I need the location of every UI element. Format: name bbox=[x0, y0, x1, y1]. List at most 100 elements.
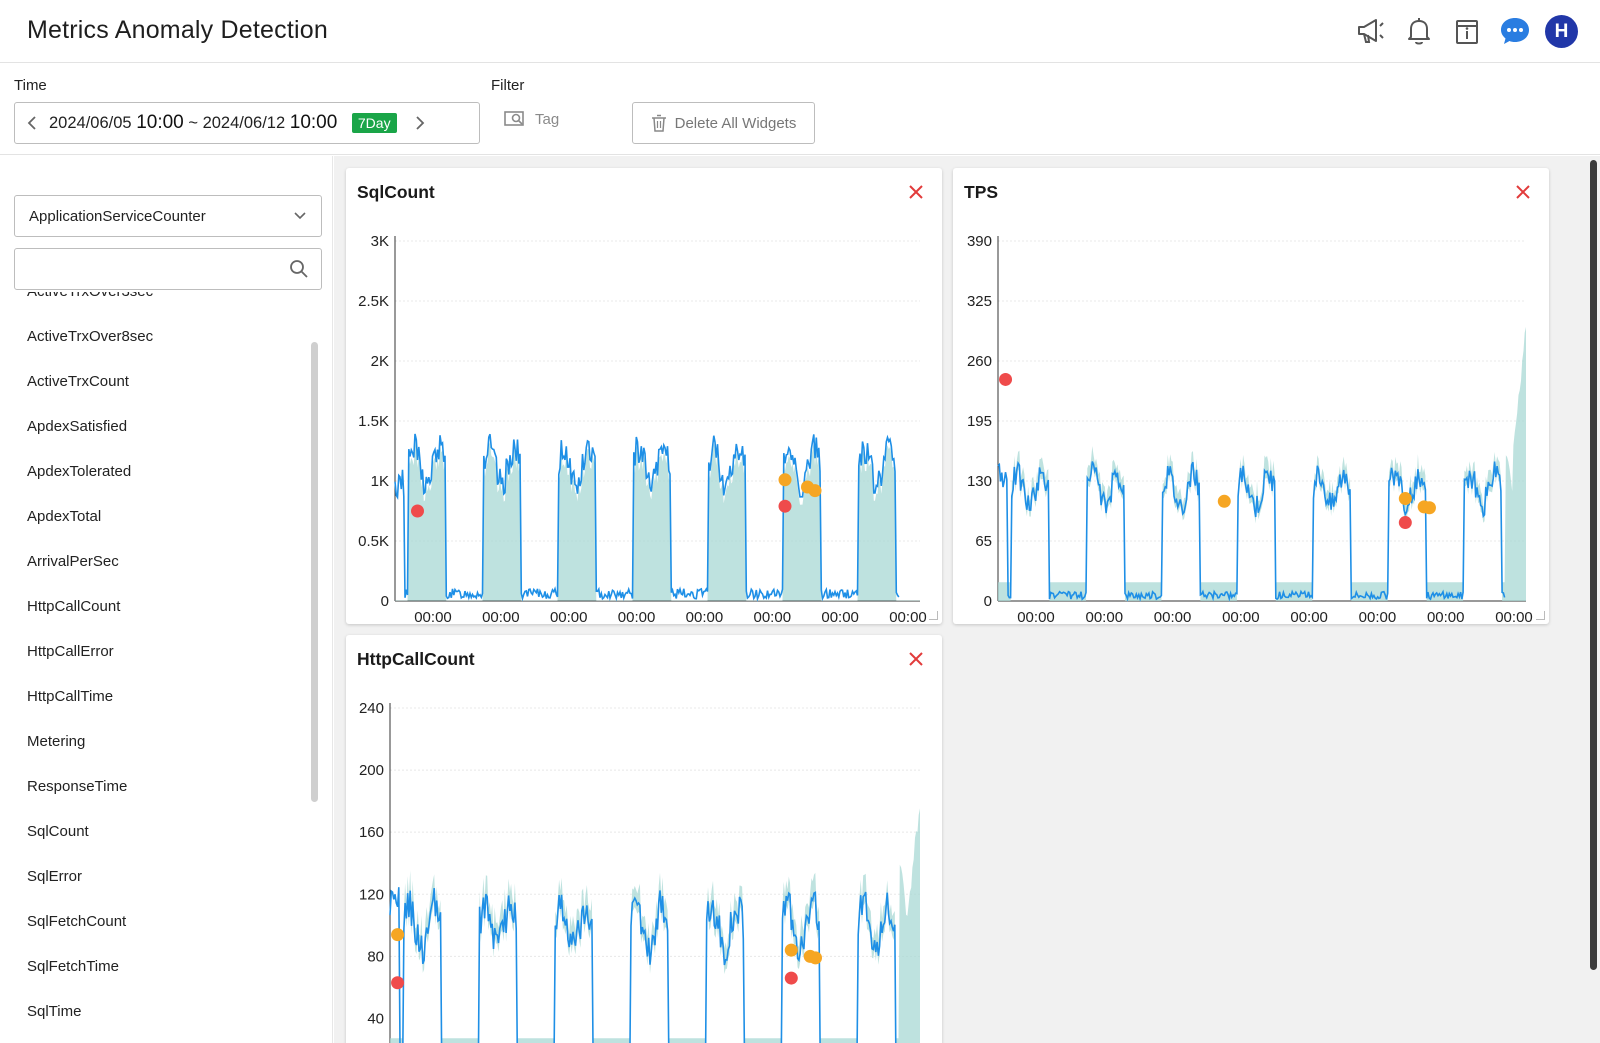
y-tick-label: 260 bbox=[967, 353, 992, 370]
chart-httpcallcount: 40 80 120 160 200 240 bbox=[359, 700, 920, 1043]
metric-item[interactable]: SqlCount bbox=[0, 809, 310, 854]
x-tick-label: 00:00 bbox=[482, 609, 520, 624]
chat-bubble-icon[interactable] bbox=[1498, 14, 1532, 48]
metric-item[interactable]: ResponseTime bbox=[0, 764, 310, 809]
metric-sidebar: ApplicationServiceCounter ActiveTrxOver3… bbox=[0, 156, 333, 1043]
metric-item[interactable]: HttpCallTime bbox=[0, 674, 310, 719]
metric-item[interactable]: HttpCallCount bbox=[0, 584, 310, 629]
resize-handle[interactable] bbox=[1536, 611, 1545, 620]
search-icon[interactable] bbox=[289, 259, 309, 279]
metric-item[interactable]: ActiveTrxCount bbox=[0, 359, 310, 404]
filter-label: Filter bbox=[491, 77, 525, 94]
x-tick-label: 00:00 bbox=[550, 609, 588, 624]
x-tick-label: 00:00 bbox=[686, 609, 724, 624]
metric-item[interactable]: ApdexSatisfied bbox=[0, 404, 310, 449]
x-tick-label: 00:00 bbox=[889, 609, 927, 624]
anomaly-warning-point bbox=[1398, 492, 1412, 506]
metric-item[interactable]: SqlFetchCount bbox=[0, 899, 310, 944]
x-tick-label: 00:00 bbox=[1495, 609, 1533, 624]
selected-group: ApplicationServiceCounter bbox=[29, 207, 206, 225]
metric-list-scrollbar[interactable] bbox=[311, 342, 318, 802]
expected-range-band bbox=[390, 808, 920, 1043]
expected-range-band bbox=[998, 326, 1526, 601]
time-range-text[interactable]: 2024/06/05 10:00 ~ 2024/06/12 10:00 7Day bbox=[49, 112, 403, 134]
page-title: Metrics Anomaly Detection bbox=[27, 16, 328, 44]
metric-item[interactable]: ApdexTolerated bbox=[0, 449, 310, 494]
close-icon[interactable] bbox=[906, 649, 926, 669]
chart-sqlcount: 0 0.5K 1K 1.5K 2K 2.5K 3K 00:00 00:00 00:00 00:00 0… bbox=[358, 233, 927, 624]
y-tick-label: 0.5K bbox=[358, 533, 389, 550]
y-tick-label: 240 bbox=[359, 700, 384, 717]
start-time: 10:00 bbox=[136, 112, 184, 133]
avatar[interactable]: H bbox=[1545, 15, 1578, 48]
x-tick-label: 00:00 bbox=[1154, 609, 1192, 624]
y-tick-label: 3K bbox=[371, 233, 389, 250]
x-tick-label: 00:00 bbox=[1290, 609, 1328, 624]
y-tick-label: 0 bbox=[381, 593, 389, 610]
range-separator: ~ bbox=[188, 114, 198, 132]
metric-search-input[interactable] bbox=[25, 249, 285, 287]
anomaly-warning-point bbox=[1422, 501, 1436, 515]
delete-all-widgets-button[interactable]: Delete All Widgets bbox=[632, 102, 815, 144]
widget-tps[interactable]: 0 65 130 195 260 325 390 00:00 00:00 00:00 00:00 00… bbox=[953, 168, 1549, 624]
start-date: 2024/06/05 bbox=[49, 114, 132, 132]
end-time: 10:00 bbox=[289, 112, 338, 133]
y-tick-label: 130 bbox=[967, 473, 992, 490]
x-tick-label: 00:00 bbox=[1086, 609, 1124, 624]
metric-item[interactable]: ActiveTrxOver3sec bbox=[0, 292, 310, 314]
widget-canvas: 0 0.5K 1K 1.5K 2K 2.5K 3K 00:00 00:00 00:00 00:00 0… bbox=[334, 156, 1600, 1043]
anomaly-warning-point bbox=[391, 928, 405, 942]
delete-label: Delete All Widgets bbox=[674, 114, 797, 132]
metric-item[interactable]: SqlError bbox=[0, 854, 310, 899]
anomaly-critical-point bbox=[391, 976, 405, 990]
metric-item[interactable]: Metering bbox=[0, 719, 310, 764]
close-icon[interactable] bbox=[1513, 182, 1533, 202]
info-calendar-icon[interactable] bbox=[1450, 14, 1484, 48]
x-tick-label: 00:00 bbox=[754, 609, 792, 624]
widget-sqlcount[interactable]: 0 0.5K 1K 1.5K 2K 2.5K 3K 00:00 00:00 00:00 00:00 0… bbox=[346, 168, 942, 624]
toolbar: Time Filter 2024/06/05 10:00 ~ 2024/06/1… bbox=[0, 63, 1600, 155]
metric-item[interactable]: ArrivalPerSec bbox=[0, 539, 310, 584]
next-range-button[interactable] bbox=[403, 103, 437, 143]
metric-item[interactable]: ActiveTrxOver8sec bbox=[0, 314, 310, 359]
y-tick-label: 65 bbox=[975, 533, 992, 550]
tag-filter-button[interactable]: Tag bbox=[503, 109, 559, 129]
y-tick-label: 160 bbox=[359, 824, 384, 841]
anomaly-critical-point bbox=[778, 499, 792, 513]
y-tick-label: 0 bbox=[984, 593, 992, 610]
prev-range-button[interactable] bbox=[15, 103, 49, 143]
metric-item[interactable]: SqlFetchTime bbox=[0, 944, 310, 989]
anomaly-critical-point bbox=[411, 504, 424, 518]
y-tick-label: 325 bbox=[967, 293, 992, 310]
bell-icon[interactable] bbox=[1402, 14, 1436, 48]
time-range-picker[interactable]: 2024/06/05 10:00 ~ 2024/06/12 10:00 7Day bbox=[14, 102, 480, 144]
y-tick-label: 200 bbox=[359, 762, 384, 779]
chevron-right-icon bbox=[415, 116, 424, 130]
range-badge[interactable]: 7Day bbox=[351, 113, 397, 133]
y-tick-label: 1.5K bbox=[358, 413, 389, 430]
series-line bbox=[997, 460, 1506, 602]
y-tick-label: 120 bbox=[359, 886, 384, 903]
close-icon[interactable] bbox=[906, 182, 926, 202]
y-tick-label: 390 bbox=[967, 233, 992, 250]
resize-handle[interactable] bbox=[929, 611, 938, 620]
y-tick-label: 40 bbox=[367, 1010, 384, 1027]
anomaly-warning-point bbox=[1217, 494, 1231, 508]
metric-item[interactable]: ApdexTotal bbox=[0, 494, 310, 539]
anomaly-critical-point bbox=[1398, 516, 1412, 530]
metric-item[interactable]: SqlTime bbox=[0, 989, 310, 1034]
y-tick-label: 80 bbox=[367, 948, 384, 965]
chevron-left-icon bbox=[27, 116, 36, 130]
metric-list: ActiveTrxOver3secActiveTrxOver8secActive… bbox=[0, 292, 310, 1043]
metric-item[interactable]: HttpCallError bbox=[0, 629, 310, 674]
metric-group-select[interactable]: ApplicationServiceCounter bbox=[14, 195, 322, 237]
trash-icon bbox=[651, 114, 666, 132]
widget-httpcallcount[interactable]: 40 80 120 160 200 240 HttpCallCount bbox=[346, 635, 942, 1043]
page-scrollbar[interactable] bbox=[1590, 160, 1597, 970]
anomaly-warning-point bbox=[808, 484, 822, 498]
metric-search[interactable] bbox=[14, 248, 322, 290]
x-tick-label: 00:00 bbox=[618, 609, 656, 624]
chevron-down-icon bbox=[294, 212, 306, 220]
anomaly-warning-point bbox=[778, 473, 792, 487]
megaphone-icon[interactable] bbox=[1354, 14, 1388, 48]
